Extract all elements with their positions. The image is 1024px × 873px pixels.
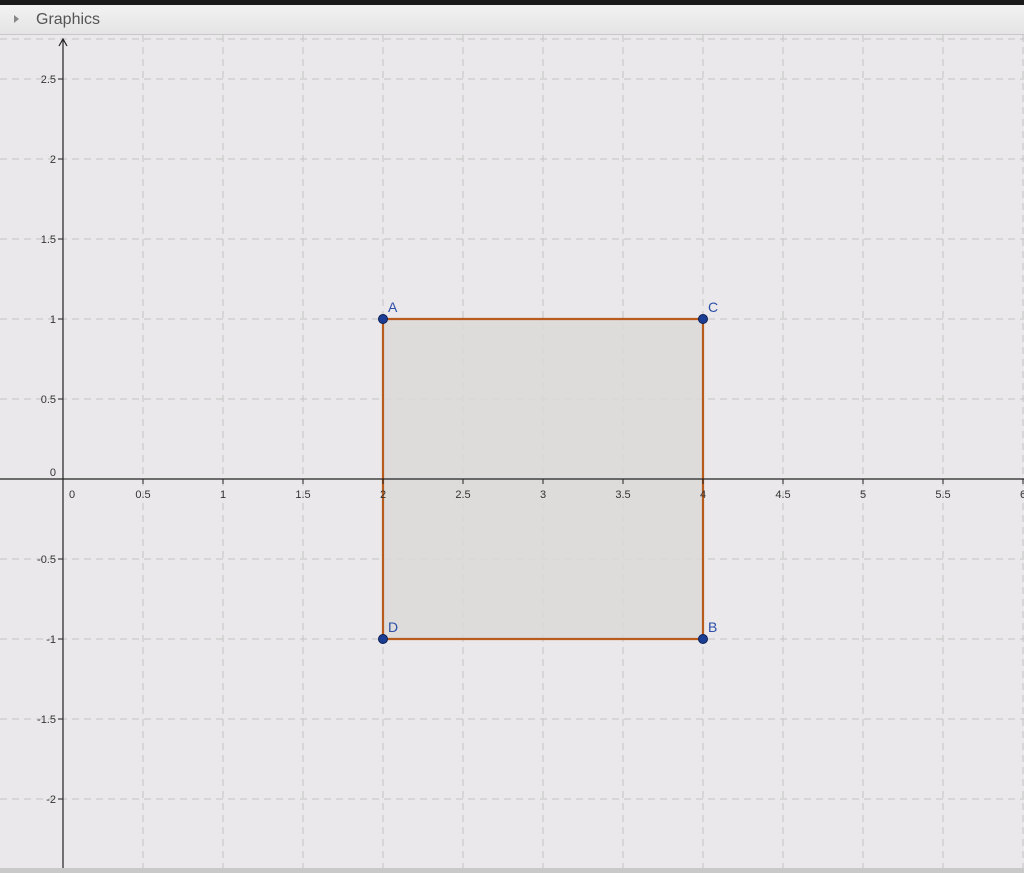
x-tick-label: 4 — [700, 489, 706, 501]
x-tick-label: 0 — [69, 489, 75, 501]
point-label-C: C — [708, 299, 718, 315]
x-tick-label: 1 — [220, 489, 226, 501]
x-tick-label: 2.5 — [455, 489, 470, 501]
y-tick-label: 1.5 — [41, 234, 56, 246]
bottom-border — [0, 868, 1024, 873]
y-tick-label: -1.5 — [37, 714, 56, 726]
y-tick-label: -0.5 — [37, 554, 56, 566]
y-tick-label: 0 — [50, 467, 56, 479]
point-C[interactable] — [698, 314, 708, 324]
point-D[interactable] — [378, 634, 388, 644]
point-label-A: A — [388, 299, 398, 315]
x-tick-label: 5 — [860, 489, 866, 501]
x-tick-label: 1.5 — [295, 489, 310, 501]
point-label-D: D — [388, 619, 398, 635]
x-tick-label: 2 — [380, 489, 386, 501]
x-tick-label: 3.5 — [615, 489, 630, 501]
point-B[interactable] — [698, 634, 708, 644]
x-tick-label: 0.5 — [135, 489, 150, 501]
y-tick-label: -1 — [46, 634, 56, 646]
x-tick-label: 3 — [540, 489, 546, 501]
x-tick-label: 6 — [1020, 489, 1024, 501]
y-tick-label: 2 — [50, 154, 56, 166]
graphics-canvas[interactable]: 0 0.5 1 1.5 2 2.5 3 3.5 4 4.5 5 5.5 6 2.5 2 1.5 1 0.5 0 -0.… — [0, 5, 1024, 868]
x-tick-label: 5.5 — [935, 489, 950, 501]
graphics-view: Graphics 0 0.5 1 1.5 2 2.5 3 3.5 4 4.5 5 5.5 6 2.5 2 1.… — [0, 5, 1024, 873]
y-tick-label: 0.5 — [41, 394, 56, 406]
point-label-B: B — [708, 619, 717, 635]
y-tick-label: 1 — [50, 314, 56, 326]
y-tick-label: 2.5 — [41, 74, 56, 86]
point-A[interactable] — [378, 314, 388, 324]
y-tick-label: -2 — [46, 794, 56, 806]
x-tick-label: 4.5 — [775, 489, 790, 501]
